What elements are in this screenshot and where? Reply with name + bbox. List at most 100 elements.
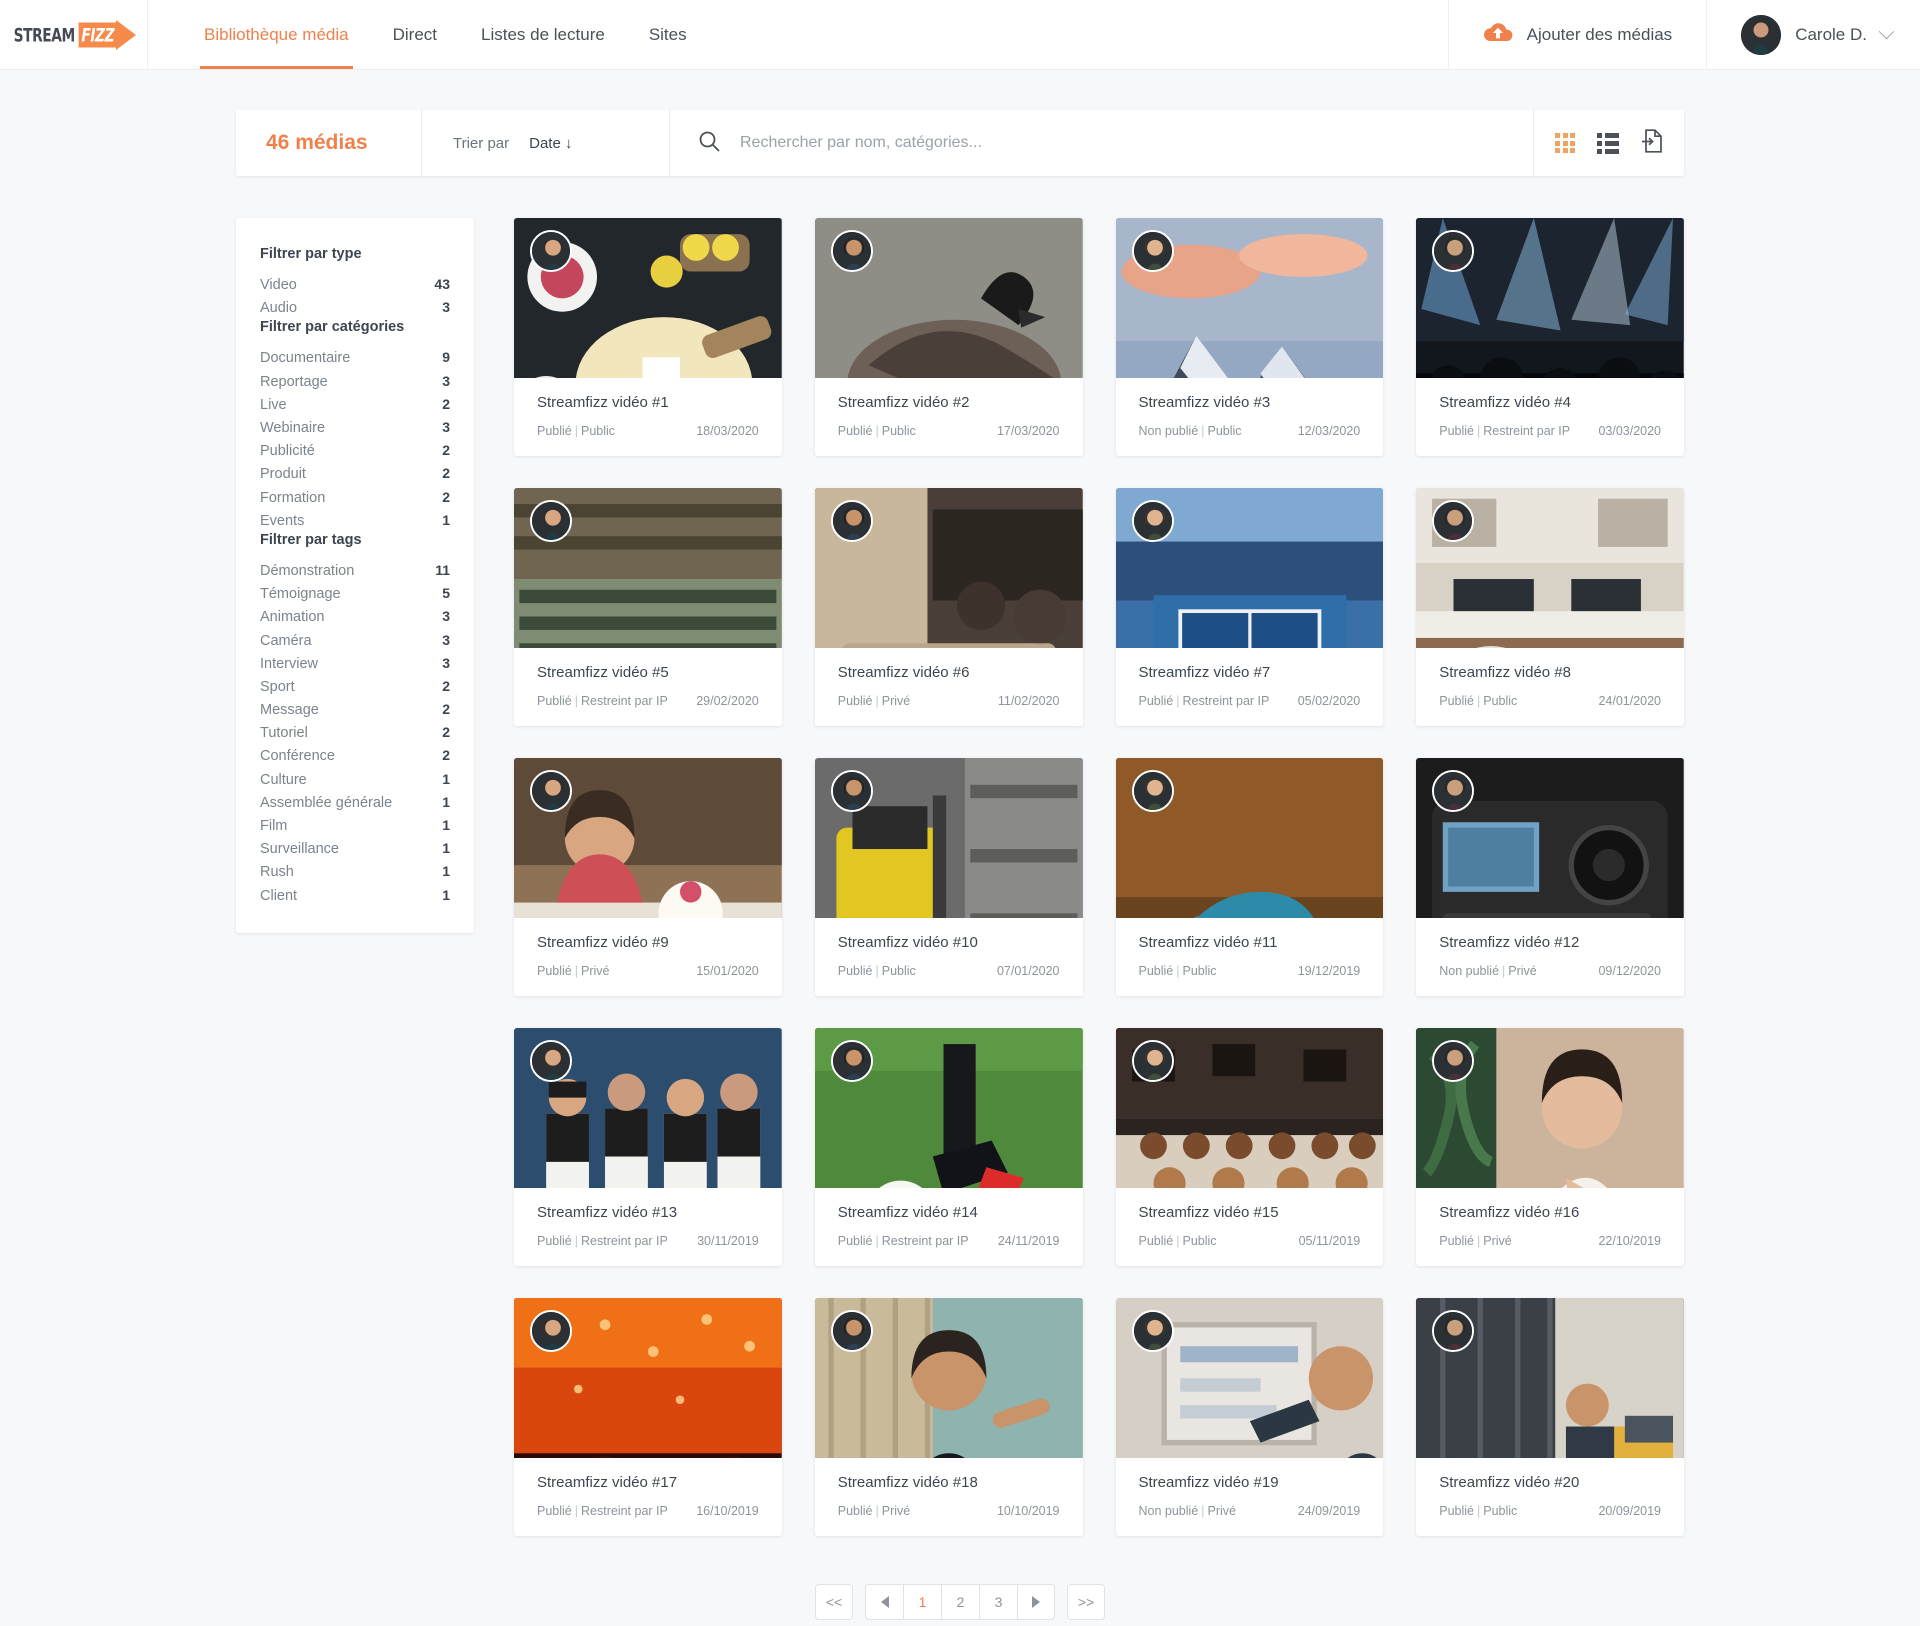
media-thumbnail[interactable] — [1416, 1298, 1684, 1458]
nav-item-playlists[interactable]: Listes de lecture — [459, 0, 627, 69]
list-view-icon[interactable] — [1597, 132, 1619, 154]
filter-item-audio[interactable]: Audio 3 — [260, 296, 450, 319]
filter-item-tag[interactable]: Culture 1 — [260, 768, 450, 791]
filter-item-tag[interactable]: Animation 3 — [260, 605, 450, 628]
filter-item-webinaire[interactable]: Webinaire 3 — [260, 416, 450, 439]
sort-value[interactable]: Date ↓ — [529, 135, 572, 152]
filter-item-tag[interactable]: Client 1 — [260, 884, 450, 907]
media-card[interactable]: Streamfizz vidéo #10 Publié | Public 07/01… — [814, 758, 1083, 996]
search-input[interactable] — [740, 134, 1492, 152]
add-media-button[interactable]: Ajouter des médias — [1447, 0, 1707, 69]
media-thumbnail[interactable] — [814, 1028, 1083, 1188]
media-thumbnail[interactable] — [814, 758, 1083, 918]
media-thumbnail[interactable] — [1416, 488, 1684, 648]
media-thumbnail[interactable] — [514, 488, 782, 648]
filter-item-tag[interactable]: Rush 1 — [260, 860, 450, 883]
media-thumbnail[interactable] — [514, 1028, 782, 1188]
media-card[interactable]: Streamfizz vidéo #4 Publié | Restreint par… — [1416, 218, 1684, 456]
pagination-first[interactable]: << — [815, 1584, 853, 1620]
media-card[interactable]: Streamfizz vidéo #15 Publié | Public 05/11… — [1115, 1028, 1384, 1266]
media-thumbnail[interactable] — [514, 218, 782, 378]
media-thumbnail[interactable] — [1115, 488, 1384, 648]
media-card[interactable]: Streamfizz vidéo #17 Publié | Restreint pa… — [514, 1298, 782, 1536]
meta-separator: | — [875, 694, 879, 708]
pagination-last[interactable]: >> — [1067, 1584, 1105, 1620]
media-card[interactable]: Streamfizz vidéo #2 Publié | Public 17/03/… — [814, 218, 1083, 456]
owner-avatar — [530, 1040, 572, 1082]
media-card[interactable]: Streamfizz vidéo #7 Publié | Restreint par… — [1115, 488, 1384, 726]
media-card[interactable]: Streamfizz vidéo #20 Publié | Public 20/09… — [1416, 1298, 1684, 1536]
filter-item-tag[interactable]: Conférence 2 — [260, 744, 450, 767]
media-card[interactable]: Streamfizz vidéo #8 Publié | Public 24/01/… — [1416, 488, 1684, 726]
media-thumbnail[interactable] — [514, 758, 782, 918]
filter-item-tag[interactable]: Sport 2 — [260, 675, 450, 698]
pagination-page-3[interactable]: 3 — [979, 1584, 1017, 1620]
media-card[interactable]: Streamfizz vidéo #19 Non publié | Privé 24… — [1115, 1298, 1384, 1536]
media-card[interactable]: Streamfizz vidéo #5 Publié | Restreint par… — [514, 488, 782, 726]
media-thumbnail[interactable] — [1416, 758, 1684, 918]
brand-logo[interactable]: STREAM FIZZ — [0, 0, 148, 69]
filter-item-formation[interactable]: Formation 2 — [260, 486, 450, 509]
media-thumbnail[interactable] — [1115, 218, 1384, 378]
media-card[interactable]: Streamfizz vidéo #1 Publié | Public 18/03/… — [514, 218, 782, 456]
filter-item-publicite[interactable]: Publicité 2 — [260, 439, 450, 462]
media-card[interactable]: Streamfizz vidéo #12 Non publié | Privé 09… — [1416, 758, 1684, 996]
owner-avatar — [530, 500, 572, 542]
filter-item-video[interactable]: Video 43 — [260, 273, 450, 296]
media-status: Publié — [837, 1504, 873, 1518]
filter-item-tag[interactable]: Film 1 — [260, 814, 450, 837]
media-status: Publié — [837, 694, 873, 708]
filter-item-tag[interactable]: Témoignage 5 — [260, 582, 450, 605]
media-card[interactable]: Streamfizz vidéo #9 Publié | Privé 15/01/2… — [514, 758, 782, 996]
media-meta: Publié | Restreint par IP 03/03/2020 — [1439, 424, 1661, 438]
filter-item-tag[interactable]: Caméra 3 — [260, 628, 450, 651]
grid-view-icon[interactable] — [1555, 133, 1575, 153]
filter-item-produit[interactable]: Produit 2 — [260, 462, 450, 485]
media-thumbnail[interactable] — [1416, 1028, 1684, 1188]
media-card[interactable]: Streamfizz vidéo #11 Publié | Public 19/12… — [1115, 758, 1384, 996]
meta-separator: | — [1176, 694, 1180, 708]
media-card[interactable]: Streamfizz vidéo #18 Publié | Privé 10/10/… — [814, 1298, 1083, 1536]
chevron-down-icon[interactable] — [1878, 23, 1895, 40]
nav-item-media-library[interactable]: Bibliothèque média — [182, 0, 371, 69]
filter-item-tag[interactable]: Surveillance 1 — [260, 837, 450, 860]
filter-item-live[interactable]: Live 2 — [260, 393, 450, 416]
media-thumbnail[interactable] — [1115, 1028, 1384, 1188]
export-view-icon[interactable] — [1641, 128, 1663, 158]
media-meta: Non publié | Privé 24/09/2019 — [1139, 1504, 1361, 1518]
pagination-next[interactable] — [1017, 1584, 1055, 1620]
filter-item-tag[interactable]: Message 2 — [260, 698, 450, 721]
filter-item-events[interactable]: Events 1 — [260, 509, 450, 532]
nav-item-direct[interactable]: Direct — [371, 0, 459, 69]
media-card-body: Streamfizz vidéo #8 Publié | Public 24/01/… — [1416, 648, 1684, 726]
media-card[interactable]: Streamfizz vidéo #3 Non publié | Public 12… — [1115, 218, 1384, 456]
media-card[interactable]: Streamfizz vidéo #6 Publié | Privé 11/02/2… — [814, 488, 1083, 726]
media-title: Streamfizz vidéo #9 — [537, 934, 669, 951]
media-card[interactable]: Streamfizz vidéo #14 Publié | Restreint pa… — [814, 1028, 1083, 1266]
filter-item-tag[interactable]: Interview 3 — [260, 652, 450, 675]
media-privacy: Public — [581, 424, 616, 438]
filter-item-tag[interactable]: Démonstration 11 — [260, 559, 450, 582]
filter-item-reportage[interactable]: Reportage 3 — [260, 370, 450, 393]
media-thumbnail[interactable] — [814, 1298, 1083, 1458]
media-card-body: Streamfizz vidéo #9 Publié | Privé 15/01/2… — [514, 918, 782, 996]
media-thumbnail[interactable] — [814, 488, 1083, 648]
pagination-prev[interactable] — [865, 1584, 903, 1620]
pagination-page-2[interactable]: 2 — [941, 1584, 979, 1620]
media-card[interactable]: Streamfizz vidéo #13 Publié | Restreint pa… — [514, 1028, 782, 1266]
media-thumbnail[interactable] — [1115, 758, 1384, 918]
media-card[interactable]: Streamfizz vidéo #16 Publié | Privé 22/10/… — [1416, 1028, 1684, 1266]
filter-item-tag[interactable]: Tutoriel 2 — [260, 721, 450, 744]
sort-control[interactable]: Trier par Date ↓ — [422, 110, 670, 176]
pagination-page-1[interactable]: 1 — [903, 1584, 941, 1620]
nav-item-sites[interactable]: Sites — [627, 0, 709, 69]
media-thumbnail[interactable] — [814, 218, 1083, 378]
media-status-group: Publié | Restreint par IP — [1139, 694, 1270, 708]
media-thumbnail[interactable] — [1416, 218, 1684, 378]
filter-item-documentaire[interactable]: Documentaire 9 — [260, 346, 450, 369]
user-menu[interactable]: Carole D. — [1706, 0, 1920, 69]
media-thumbnail[interactable] — [1115, 1298, 1384, 1458]
filter-label: Sport — [260, 678, 295, 695]
filter-item-tag[interactable]: Assemblée générale 1 — [260, 791, 450, 814]
media-thumbnail[interactable] — [514, 1298, 782, 1458]
